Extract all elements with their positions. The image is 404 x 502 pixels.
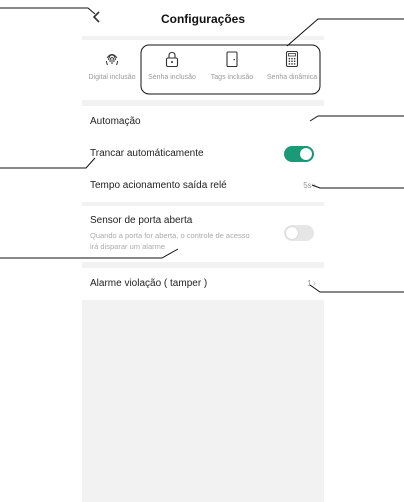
chevron-right-icon: › [312, 278, 316, 289]
inclusion-modes-panel: Digital inclusão Senha inclusão Tags inc… [82, 40, 324, 100]
fingerprint-icon [106, 54, 118, 66]
automation-row[interactable]: Automação [82, 106, 324, 138]
mode-label: Senha dinâmica [266, 74, 318, 81]
callout-line-tamper [309, 284, 404, 293]
relay-time-row[interactable]: Tempo acionamento saída relé 5s› [82, 170, 324, 202]
callout-line-relay [311, 184, 404, 189]
tamper-alarm-label: Alarme violação ( tamper ) [90, 278, 208, 289]
mode-label: Senha inclusão [148, 74, 196, 81]
relay-time-value-wrap: 5s› [303, 180, 316, 191]
door-sensor-group: Sensor de porta aberta Quando a porta fo… [82, 206, 324, 262]
auto-lock-row: Trancar automáticamente [82, 138, 324, 170]
keypad-icon [285, 50, 299, 68]
callout-line-back [0, 7, 96, 15]
tamper-alarm-row[interactable]: Alarme violação ( tamper ) 1› [82, 268, 324, 300]
mode-tags-inclusao[interactable]: Tags inclusão [203, 50, 261, 81]
relay-time-value: 5s [303, 181, 312, 190]
settings-group: Automação Trancar automáticamente Tempo … [82, 106, 324, 202]
callout-line-auto-lock [0, 157, 96, 169]
door-icon [226, 51, 238, 68]
auto-lock-label: Trancar automáticamente [90, 148, 204, 159]
automation-label: Automação [90, 116, 141, 127]
header-bar: Configurações [82, 0, 324, 36]
tamper-alarm-value: 1 [307, 279, 312, 288]
toggle-knob [286, 227, 298, 239]
mode-senha-inclusao[interactable]: Senha inclusão [143, 50, 201, 81]
mode-label: Tags inclusão [210, 74, 254, 81]
mode-senha-dinamica[interactable]: Senha dinâmica [263, 50, 321, 81]
door-sensor-description: Quando a porta for aberta, o controle de… [90, 231, 250, 251]
tamper-value-wrap: 1› [307, 278, 316, 289]
relay-time-label: Tempo acionamento saída relé [90, 180, 227, 191]
auto-lock-toggle[interactable] [284, 146, 314, 162]
chevron-right-icon: › [312, 180, 316, 191]
lock-icon [165, 51, 179, 68]
door-sensor-label: Sensor de porta aberta [90, 215, 193, 226]
toggle-knob [300, 148, 312, 160]
mode-digital-inclusao[interactable]: Digital inclusão [83, 50, 141, 81]
callout-line-automation [309, 115, 404, 122]
mode-label: Digital inclusão [88, 74, 136, 81]
tamper-group: Alarme violação ( tamper ) 1› [82, 268, 324, 300]
door-sensor-toggle[interactable] [284, 225, 314, 241]
page-title: Configurações [160, 12, 245, 26]
settings-screen: Configurações Digital inclusão Senha inc… [82, 0, 324, 502]
